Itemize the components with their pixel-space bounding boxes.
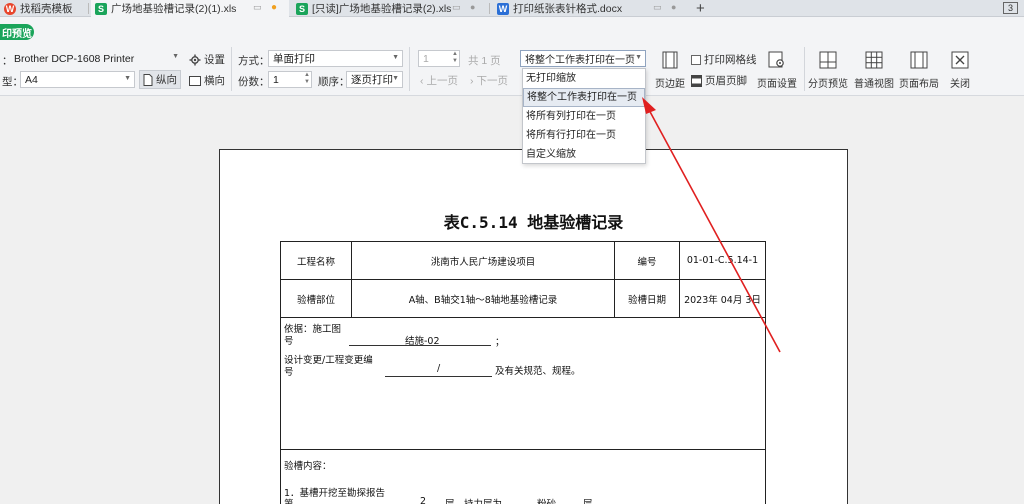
annotation-arrow (642, 97, 781, 353)
